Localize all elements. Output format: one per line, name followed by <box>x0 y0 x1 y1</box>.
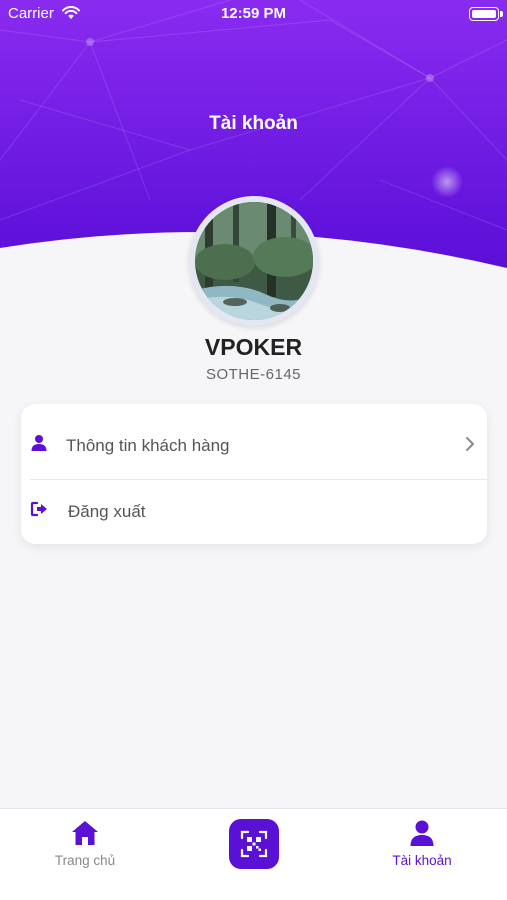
chevron-right-icon <box>465 436 475 452</box>
page-title: Tài khoản <box>209 113 298 134</box>
status-time: 12:59 PM <box>220 5 287 22</box>
user-icon <box>408 819 436 847</box>
menu-item-label: Thông tin khách hàng <box>66 436 230 455</box>
account-menu-card: Thông tin khách hàng Đăng xuất <box>21 404 487 544</box>
tab-bar: Trang chủ Tài khoản <box>0 808 507 900</box>
menu-item-label: Đăng xuất <box>68 502 146 521</box>
battery-icon <box>469 7 503 21</box>
menu-item-customer-info[interactable]: Thông tin khách hàng <box>21 410 487 480</box>
user-name: VPOKER <box>204 334 303 360</box>
tab-account-label: Tài khoản <box>392 853 452 868</box>
qr-scan-button[interactable] <box>229 819 279 869</box>
tab-home-label: Trang chủ <box>54 853 116 868</box>
menu-item-logout[interactable]: Đăng xuất <box>21 476 487 544</box>
home-icon <box>71 819 99 847</box>
user-id: SOTHE-6145 <box>205 366 302 383</box>
avatar-image <box>195 202 313 320</box>
user-icon <box>30 434 48 452</box>
logout-icon <box>30 500 48 518</box>
status-bar: Carrier 12:59 PM <box>0 0 507 28</box>
tab-home[interactable]: Trang chủ <box>35 809 135 900</box>
tab-account[interactable]: Tài khoản <box>372 809 472 900</box>
avatar[interactable] <box>189 196 319 326</box>
